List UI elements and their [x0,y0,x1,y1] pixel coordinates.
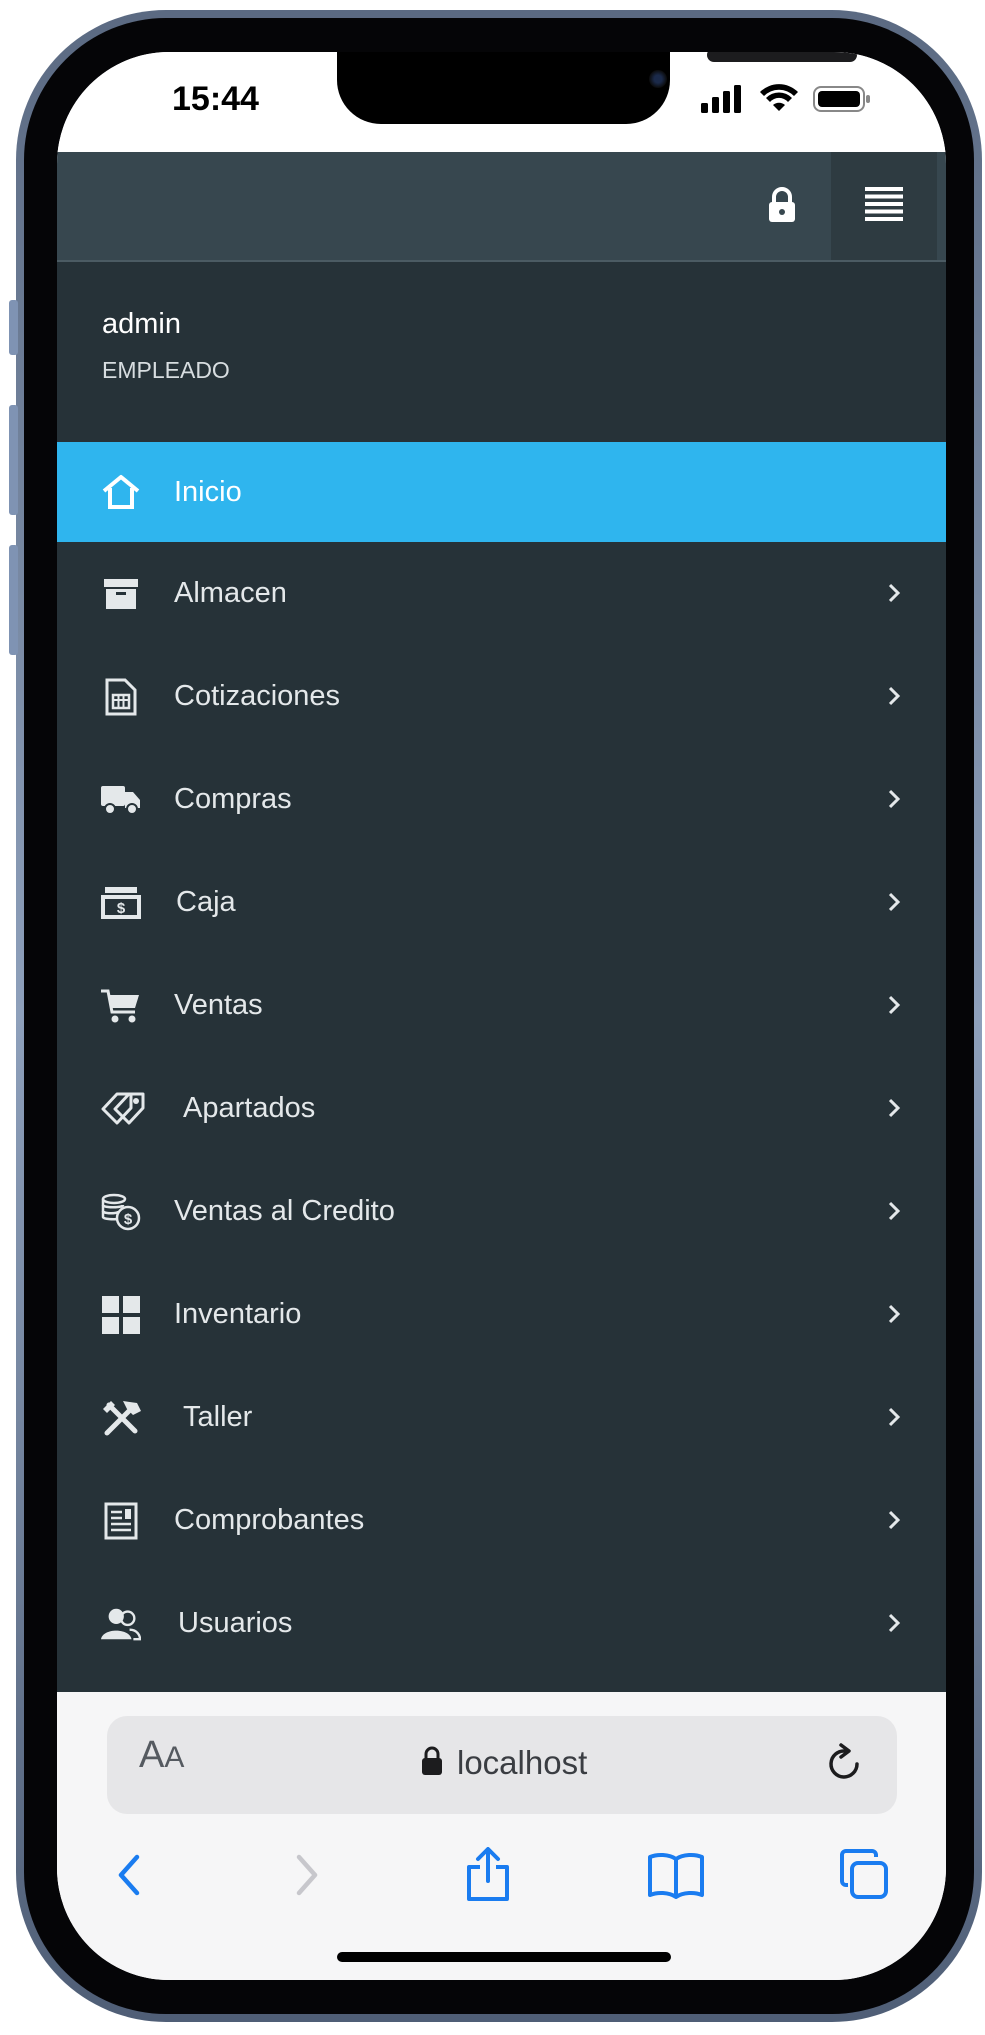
truck-icon [101,780,141,820]
back-button[interactable] [95,1840,165,1910]
svg-text:$: $ [124,1211,133,1228]
home-icon [101,472,141,512]
chevron-right-icon [888,1407,901,1427]
menu-item-label: Taller [183,1401,253,1433]
tabs-icon [840,1849,888,1899]
lock-button[interactable] [757,182,807,232]
front-camera [649,70,667,88]
svg-text:$: $ [117,900,126,917]
menu-item-label: Usuarios [178,1607,293,1639]
menu-item-cotizaciones[interactable]: Cotizaciones [57,645,946,748]
coins-icon: $ [101,1192,141,1232]
chevron-right-icon [888,1613,901,1633]
menu-item-label: Inicio [174,475,242,508]
notch [337,52,857,124]
wifi-icon [759,84,799,119]
menu-item-taller[interactable]: Taller [57,1366,946,1469]
users-icon [101,1604,141,1644]
cash-register-icon: $ [101,883,141,923]
menu-item-ventas[interactable]: Ventas [57,954,946,1057]
chevron-right-icon [888,1510,901,1530]
menu-item-inventario[interactable]: Inventario [57,1263,946,1366]
menu-item-label: Apartados [183,1092,316,1124]
status-icons [701,84,871,119]
menu-toggle-button[interactable] [831,152,937,260]
browser-toolbar: AA localhost [57,1692,946,1980]
menu-item-label: Ventas [174,989,263,1021]
tabs-button[interactable] [829,1840,899,1910]
menu-item-usuarios[interactable]: Usuarios [57,1572,946,1675]
status-bar: 15:44 [57,52,946,152]
menu-item-compras[interactable]: Compras [57,748,946,851]
bookmarks-button[interactable] [641,1840,711,1910]
reload-button[interactable] [825,1742,865,1791]
tools-icon [101,1398,147,1438]
menu-list: Inicio Almacen Cotizaciones Compras $ Ca… [57,442,946,1675]
status-time: 15:44 [172,80,259,118]
menu-item-label: Comprobantes [174,1504,365,1536]
address-bar[interactable]: AA localhost [107,1716,897,1814]
sidebar: admin EMPLEADO Inicio Almacen Cotizacion… [57,262,946,1692]
menu-item-label: Caja [176,886,236,918]
menu-icon [865,186,903,226]
lock-icon [767,186,797,228]
user-name: admin [102,308,181,340]
book-icon [648,1852,704,1899]
menu-item-label: Inventario [174,1298,302,1330]
chevron-right-icon [888,1098,901,1118]
menu-item-label: Compras [174,783,292,815]
user-panel: admin EMPLEADO [102,308,230,384]
menu-item-label: Ventas al Credito [174,1195,395,1227]
browser-nav [57,1832,946,1922]
grid-icon [101,1295,141,1335]
menu-item-label: Cotizaciones [174,680,341,712]
menu-item-inicio[interactable]: Inicio [57,442,946,542]
reload-icon [829,1743,859,1779]
menu-item-almacen[interactable]: Almacen [57,542,946,645]
cart-icon [101,986,141,1026]
url-display[interactable]: localhost [421,1744,587,1782]
url-text: localhost [457,1744,588,1781]
chevron-left-icon [118,1854,140,1896]
speaker [707,52,857,62]
share-button[interactable] [453,1840,523,1910]
volume-down-button [9,545,18,655]
chevron-right-icon [888,1201,901,1221]
menu-item-label: Almacen [174,577,287,609]
menu-item-comprobantes[interactable]: Comprobantes [57,1469,946,1572]
chevron-right-icon [888,1304,901,1324]
share-icon [467,1847,509,1901]
home-indicator[interactable] [337,1952,671,1962]
battery-icon [813,85,871,118]
menu-item-apartados[interactable]: Apartados [57,1057,946,1160]
tags-icon [101,1089,149,1129]
mute-switch [9,300,18,355]
screen: 15:44 admin EMPLEADO Inicio Almacen Coti… [57,52,946,1980]
archive-box-icon [101,574,141,614]
menu-item-caja[interactable]: $ Caja [57,851,946,954]
chevron-right-icon [888,892,901,912]
user-role: EMPLEADO [102,357,230,383]
volume-up-button [9,405,18,515]
signal-icon [701,85,745,118]
forward-button[interactable] [271,1840,341,1910]
chevron-right-icon [888,995,901,1015]
lock-icon [421,1746,443,1781]
calculator-document-icon [101,677,141,717]
receipt-icon [101,1501,141,1541]
chevron-right-icon [888,583,901,603]
chevron-right-icon [296,1854,318,1896]
chevron-right-icon [888,686,901,706]
chevron-right-icon [888,789,901,809]
menu-item-ventas-al-credito[interactable]: $ Ventas al Credito [57,1160,946,1263]
text-size-button[interactable]: AA [139,1734,184,1777]
app-header [57,152,946,262]
